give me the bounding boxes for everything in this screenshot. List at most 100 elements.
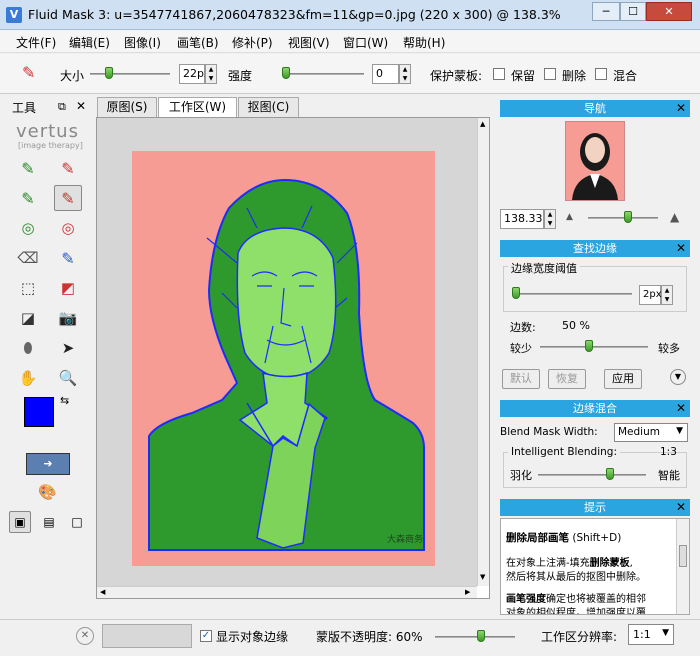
menu-brush[interactable]: 画笔(B) [177, 34, 219, 51]
apply-button[interactable]: 应用 [604, 369, 642, 389]
scroll-up-icon[interactable]: ▲ [480, 120, 485, 128]
delete-checkbox[interactable] [544, 68, 556, 80]
keep-fill-icon[interactable]: ◎ [14, 215, 42, 241]
strength-slider-track[interactable] [282, 73, 364, 75]
resolution-select[interactable]: 1:1 ▼ [628, 624, 674, 645]
default-button[interactable]: 默认 [502, 369, 540, 389]
cutout-preview-icon[interactable]: ➜ [26, 453, 70, 475]
blend-checkbox[interactable] [595, 68, 607, 80]
zoom-slider-track[interactable] [588, 217, 658, 219]
keep-local-brush-icon[interactable]: ✎ [14, 185, 42, 211]
zoom-in-icon[interactable]: ▲ [670, 210, 679, 224]
tab-original[interactable]: 原图(S) [97, 97, 157, 117]
menu-file[interactable]: 文件(F) [16, 34, 56, 51]
opacity-slider-track[interactable] [435, 636, 515, 638]
opacity-slider-thumb[interactable] [477, 630, 485, 642]
dock-icon[interactable]: ⧉ [58, 100, 66, 114]
zoom-spinner[interactable]: ▲ ▼ [544, 209, 556, 229]
menu-patch[interactable]: 修补(P) [232, 34, 273, 51]
tips-close-icon[interactable]: ✕ [676, 499, 686, 516]
mask-canvas[interactable]: 大森商务 [97, 118, 477, 586]
edge-blend-title: 边缘混合 [573, 402, 617, 415]
camera-icon[interactable]: 📷 [54, 305, 82, 331]
chevron-down-icon: ▼ [676, 426, 683, 436]
pointer-icon[interactable]: ➤ [54, 335, 82, 361]
magic-fill-icon[interactable]: ◩ [54, 275, 82, 301]
delete-local-brush-icon[interactable]: ✎ [54, 185, 82, 211]
menu-image[interactable]: 图像(I) [124, 34, 161, 51]
smart-label: 智能 [658, 469, 680, 482]
navigator-thumbnail[interactable] [565, 121, 625, 201]
swap-colors-icon[interactable]: ⇆ [60, 394, 69, 407]
zoom-out-icon[interactable]: ▲ [566, 212, 573, 222]
strength-spinner[interactable]: ▲ ▼ [399, 64, 411, 84]
tools-panel: 工具 ⧉ ✕ vertus [image therapy] ✎ ✎ ✎ ✎ ◎ … [8, 97, 90, 538]
palette-icon[interactable]: 🎨 [38, 483, 57, 501]
zoom-slider-thumb[interactable] [624, 211, 632, 223]
navigator-close-icon[interactable]: ✕ [676, 100, 686, 117]
size-slider-track[interactable] [90, 73, 170, 75]
delete-brush-icon[interactable]: ✎ [54, 155, 82, 181]
size-spinner[interactable]: ▲ ▼ [205, 64, 217, 84]
size-label: 大小 [60, 69, 85, 83]
menu-window[interactable]: 窗口(W) [343, 34, 388, 51]
close-button[interactable]: ✕ [646, 2, 692, 21]
size-input[interactable]: 22px [179, 64, 211, 84]
delete-fill-icon[interactable]: ◎ [54, 215, 82, 241]
edge-blend-close-icon[interactable]: ✕ [676, 400, 686, 417]
scroll-left-icon[interactable]: ◀ [100, 588, 105, 596]
menu-view[interactable]: 视图(V) [288, 34, 330, 51]
horizontal-scrollbar[interactable]: ◀ ▶ [97, 586, 477, 598]
size-slider-thumb[interactable] [105, 67, 113, 79]
toolbar: ✎ 大小 22px ▲ ▼ 强度 0 ▲ ▼ 保护蒙板: 保留 删除 混合 [0, 54, 700, 94]
tab-workspace[interactable]: 工作区(W) [158, 97, 237, 118]
menu-edit[interactable]: 编辑(E) [69, 34, 110, 51]
strength-input[interactable]: 0 [372, 64, 399, 84]
expand-icon[interactable]: ▼ [670, 369, 686, 385]
strength-slider-thumb[interactable] [282, 67, 290, 79]
threshold-slider-thumb[interactable] [512, 287, 520, 299]
patch-icon[interactable]: ◪ [14, 305, 42, 331]
blend-slider-track[interactable] [538, 474, 646, 476]
edge-count-slider-thumb[interactable] [585, 340, 593, 352]
find-edges-close-icon[interactable]: ✕ [676, 240, 686, 257]
tips-scroll-thumb[interactable] [679, 545, 687, 567]
view-mode-1-icon[interactable]: ▣ [9, 511, 31, 533]
blend-width-label: Blend Mask Width: [500, 426, 598, 438]
tab-cutout[interactable]: 抠图(C) [238, 97, 299, 117]
zoom-input[interactable]: 138.33 [500, 209, 544, 229]
hand-icon[interactable]: ✋ [14, 365, 42, 391]
tips-scrollbar[interactable] [676, 519, 689, 614]
minimize-button[interactable]: ─ [592, 2, 620, 21]
keep-brush-icon[interactable]: ✎ [14, 155, 42, 181]
threshold-spinner[interactable]: ▲ ▼ [661, 285, 673, 305]
show-edges-checkbox[interactable]: ✓ [200, 630, 212, 642]
edge-brush-icon[interactable]: ✎ [54, 245, 82, 271]
view-tabs: 原图(S) 工作区(W) 抠图(C) [97, 97, 492, 118]
foreground-color-swatch[interactable] [24, 397, 54, 427]
resolution-value: 1:1 [633, 628, 651, 641]
feather-label: 羽化 [510, 469, 532, 482]
blend-slider-thumb[interactable] [606, 468, 614, 480]
edge-count-slider-track[interactable] [540, 346, 648, 348]
view-mode-3-icon[interactable]: □ [66, 511, 88, 533]
view-mode-2-icon[interactable]: ▤ [38, 511, 60, 533]
smudge-icon[interactable]: ⬮ [14, 335, 42, 361]
restore-button[interactable]: 恢复 [548, 369, 586, 389]
scroll-down-icon[interactable]: ▼ [480, 573, 485, 581]
panel-close-icon[interactable]: ✕ [76, 99, 86, 113]
keep-checkbox[interactable] [493, 68, 505, 80]
cancel-icon[interactable]: ✕ [76, 627, 94, 645]
vertus-logo-sub: [image therapy] [18, 141, 83, 150]
scroll-right-icon[interactable]: ▶ [465, 588, 470, 596]
selection-icon[interactable]: ⬚ [14, 275, 42, 301]
threshold-slider-track[interactable] [512, 293, 632, 295]
threshold-input[interactable]: 2px [639, 285, 662, 305]
eraser-icon[interactable]: ⌫ [14, 245, 42, 271]
vertical-scrollbar[interactable]: ▲ ▼ [477, 118, 489, 586]
menu-help[interactable]: 帮助(H) [403, 34, 445, 51]
blend-width-select[interactable]: Medium ▼ [614, 423, 688, 442]
canvas-area[interactable]: 大森商务 [97, 118, 477, 586]
maximize-button[interactable]: ☐ [620, 2, 646, 21]
zoom-icon[interactable]: 🔍 [54, 365, 82, 391]
